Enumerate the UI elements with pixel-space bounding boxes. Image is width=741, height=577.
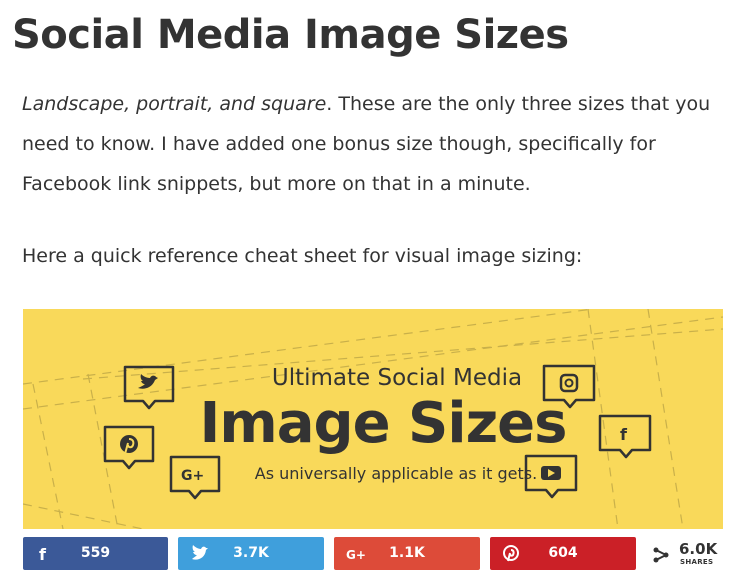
twitter-share-button[interactable]: 3.7K xyxy=(178,537,324,570)
share-bar: f 559 3.7K G+ 1.1K 604 6.0K SHARES xyxy=(23,537,733,571)
pinterest-share-button[interactable]: 604 xyxy=(490,537,636,570)
page-title: Social Media Image Sizes xyxy=(12,12,569,58)
facebook-share-button[interactable]: f 559 xyxy=(23,537,168,570)
banner-subtitle: As universally applicable as it gets. xyxy=(254,464,538,483)
share-count: 604 xyxy=(548,545,578,561)
share-count: 1.1K xyxy=(389,545,425,561)
total-share-label: SHARES xyxy=(680,558,714,566)
total-shares: 6.0K SHARES xyxy=(651,540,733,571)
banner-title: Image Sizes xyxy=(199,391,568,456)
share-icon xyxy=(653,547,669,563)
intro-paragraph: Landscape, portrait, and square. These a… xyxy=(22,84,722,204)
intro-emphasis: Landscape, portrait, and square xyxy=(22,93,327,115)
share-count: 3.7K xyxy=(233,545,269,561)
banner-kicker: Ultimate Social Media xyxy=(271,365,523,391)
reference-paragraph: Here a quick reference cheat sheet for v… xyxy=(22,245,583,267)
infographic-banner[interactable]: G+ f Ultimate Social Media Image Sizes A… xyxy=(23,309,723,529)
share-count: 559 xyxy=(80,545,111,561)
banner-notch xyxy=(321,520,401,528)
total-share-count: 6.0K xyxy=(679,540,718,558)
google-plus-share-button[interactable]: G+ 1.1K xyxy=(334,537,480,570)
article-body: Landscape, portrait, and square. These a… xyxy=(22,84,722,276)
